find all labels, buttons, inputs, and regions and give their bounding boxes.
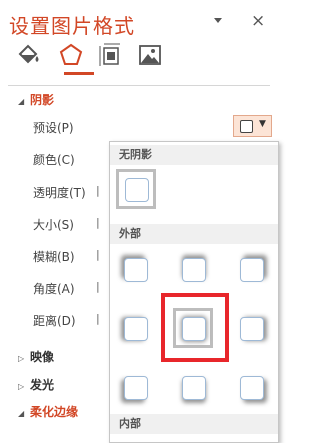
no-shadow-header: 无阴影 <box>110 145 278 165</box>
shadow-option-outer-left[interactable] <box>116 309 156 349</box>
section-soft-edges-label: 柔化边缘 <box>30 405 79 419</box>
section-soft-edges[interactable]: ◢ 柔化边缘 <box>18 403 78 420</box>
task-pane-options-icon[interactable] <box>212 14 224 32</box>
shadow-preview <box>124 258 148 282</box>
shadow-option-none[interactable] <box>116 169 156 209</box>
collapsed-triangle-icon: ▷ <box>18 382 25 391</box>
shadow-preview <box>124 317 148 341</box>
size-label: 大小(S) <box>33 218 74 232</box>
shadow-option-outer-bottom[interactable] <box>174 368 214 408</box>
section-glow-label: 发光 <box>30 378 55 392</box>
transparency-label: 透明度(T) <box>33 186 86 200</box>
shadow-option-outer-top-left[interactable] <box>116 250 156 290</box>
shadow-option-outer-bottom-right[interactable] <box>232 368 272 408</box>
shadow-preview <box>182 258 206 282</box>
section-reflection-label: 映像 <box>30 350 55 364</box>
collapsed-triangle-icon: ▷ <box>18 354 25 363</box>
close-button[interactable]: × <box>251 11 265 31</box>
picture-icon[interactable] <box>137 42 165 68</box>
color-label: 颜色(C) <box>33 153 75 167</box>
shadow-preview <box>240 317 264 341</box>
shadow-option-outer-bottom-left[interactable] <box>116 368 156 408</box>
preset-label: 预设(P) <box>33 121 74 135</box>
section-shadow[interactable]: ◢ 阴影 <box>18 91 54 108</box>
transparency-slider-handle[interactable]: | <box>96 184 100 197</box>
size-properties-icon[interactable] <box>98 42 126 68</box>
shadow-preview <box>182 376 206 400</box>
distance-slider-handle[interactable]: | <box>96 312 100 325</box>
angle-slider-handle[interactable]: | <box>96 280 100 293</box>
shadow-preset-swatch-icon <box>240 120 253 133</box>
shadow-option-outer-top-right[interactable] <box>232 250 272 290</box>
expanded-triangle-icon: ◢ <box>18 409 25 418</box>
shadow-preview <box>240 258 264 282</box>
shadow-preset-gallery: 无阴影 外部 内部 <box>109 141 279 443</box>
shadow-preview <box>240 376 264 400</box>
section-glow[interactable]: ▷ 发光 <box>18 376 54 393</box>
blur-label: 模糊(B) <box>33 250 75 264</box>
selection-highlight-box <box>161 293 229 362</box>
section-reflection[interactable]: ▷ 映像 <box>18 348 54 365</box>
preset-dropdown-button[interactable]: ▼ <box>233 115 272 137</box>
blur-slider-handle[interactable]: | <box>96 248 100 261</box>
inner-header: 内部 <box>110 414 278 434</box>
pane-title: 设置图片格式 <box>9 14 135 38</box>
chevron-down-icon: ▼ <box>259 119 266 129</box>
divider <box>8 85 270 86</box>
expanded-triangle-icon: ◢ <box>18 97 25 106</box>
outer-header: 外部 <box>110 224 278 244</box>
shadow-option-outer-top[interactable] <box>174 250 214 290</box>
no-shadow-preview <box>125 178 149 202</box>
distance-label: 距离(D) <box>33 314 76 328</box>
paint-bucket-icon[interactable] <box>16 42 44 68</box>
size-slider-handle[interactable]: | <box>96 216 100 229</box>
section-shadow-label: 阴影 <box>30 93 55 107</box>
active-tab-indicator <box>64 72 94 75</box>
shadow-option-outer-right[interactable] <box>232 309 272 349</box>
shadow-preview <box>124 376 148 400</box>
angle-label: 角度(A) <box>33 282 75 296</box>
pentagon-icon[interactable] <box>58 42 86 68</box>
